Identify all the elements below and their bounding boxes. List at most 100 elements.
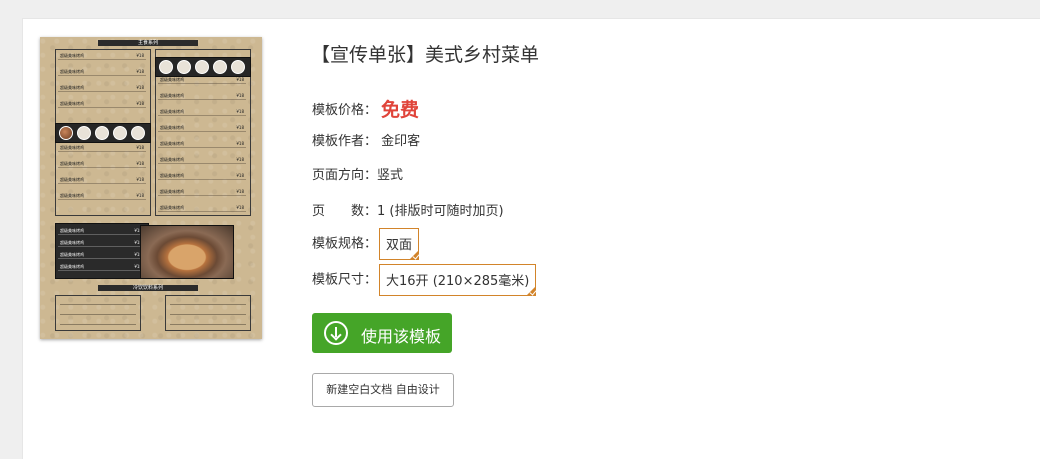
thumb-menu-row: 超级美味烤鸡 ¥18 [158, 109, 246, 116]
thumb-dish-name: 超级美味烤鸡 [160, 109, 184, 114]
thumb-dish-name: 超级美味烤鸡 [160, 157, 184, 162]
thumb-photo-strip [55, 123, 151, 143]
thumb-menu-row: 超级美味烤鸡 ¥18 [158, 189, 246, 196]
price-value: 免费 [381, 99, 420, 121]
thumb-menu-row: 超级美味烤鸡 ¥18 [58, 228, 144, 235]
thumb-circle-image [213, 60, 227, 74]
thumb-dish-price: ¥18 [236, 141, 244, 146]
thumb-empty-box [55, 295, 141, 331]
pages-label: 页 数： [312, 204, 378, 219]
thumb-dish-price: ¥18 [136, 161, 144, 166]
thumb-menu-row: 超级美味烤鸡 ¥18 [58, 69, 146, 76]
thumb-dish-name: 超级美味烤鸡 [60, 264, 84, 269]
new-blank-document-button[interactable]: 新建空白文档 自由设计 [312, 373, 454, 407]
thumb-dish-name: 超级美味烤鸡 [60, 53, 84, 58]
thumb-menu-row: 超级美味烤鸡 ¥18 [58, 264, 144, 271]
thumb-dish-price: ¥18 [136, 101, 144, 106]
thumb-menu-row: 超级美味烤鸡 ¥18 [158, 157, 246, 164]
thumb-dish-price: ¥18 [236, 157, 244, 162]
thumb-dish-price: ¥18 [236, 77, 244, 82]
thumb-dish-name: 超级美味烤鸡 [160, 205, 184, 210]
thumb-dish-name: 超级美味烤鸡 [160, 141, 184, 146]
spec-row: 模板规格： 双面 [312, 228, 420, 260]
author-value: 金印客 [381, 134, 421, 149]
thumb-dish-name: 超级美味烤鸡 [60, 101, 84, 106]
thumb-dish-price: ¥18 [236, 189, 244, 194]
thumb-dish-price: ¥18 [236, 93, 244, 98]
price-label: 模板价格： [312, 103, 378, 118]
thumb-menu-row: 超级美味烤鸡 ¥18 [158, 141, 246, 148]
thumb-dish-name: 超级美味烤鸡 [60, 177, 84, 182]
thumb-circle-image [113, 126, 127, 140]
thumb-dish-price: ¥18 [236, 109, 244, 114]
template-preview-thumbnail[interactable]: 主食系列 冷饮饮料系列 超级美味烤鸡 ¥18 超级美味烤鸡 ¥18 超级美味烤鸡 ¥18 超… [40, 37, 262, 339]
thumb-menu-row: 超级美味烤鸡 ¥18 [158, 93, 246, 100]
author-label: 模板作者： [312, 134, 378, 149]
thumb-dish-name: 超级美味烤鸡 [160, 173, 184, 178]
thumb-food-photo [140, 225, 234, 279]
thumb-menu-row: 超级美味烤鸡 ¥18 [158, 205, 246, 212]
thumb-dish-name: 超级美味烤鸡 [60, 85, 84, 90]
thumb-dish-price: ¥18 [236, 173, 244, 178]
thumb-menu-row: 超级美味烤鸡 ¥18 [58, 252, 144, 259]
thumb-menu-row: 超级美味烤鸡 ¥18 [58, 145, 146, 152]
thumb-circle-image [195, 60, 209, 74]
thumb-dish-name: 超级美味烤鸡 [160, 77, 184, 82]
size-option-selected[interactable]: 大16开 (210×285毫米) [379, 264, 537, 296]
spec-option-selected[interactable]: 双面 [379, 228, 420, 260]
thumb-dish-name: 超级美味烤鸡 [60, 161, 84, 166]
pages-row: 页 数：1 (排版时可随时加页) [312, 200, 504, 219]
thumb-menu-row: 超级美味烤鸡 ¥18 [158, 173, 246, 180]
spec-label: 模板规格： [312, 236, 378, 252]
thumb-dish-name: 超级美味烤鸡 [60, 193, 84, 198]
size-option-label: 大16开 (210×285毫米) [386, 274, 530, 289]
thumb-circle-image [131, 126, 145, 140]
thumb-dish-name: 超级美味烤鸡 [60, 228, 84, 233]
thumb-dish-price: ¥18 [236, 205, 244, 210]
thumb-dish-name: 超级美味烤鸡 [60, 240, 84, 245]
thumb-menu-row: 超级美味烤鸡 ¥18 [158, 77, 246, 84]
thumb-circle-image [95, 126, 109, 140]
thumb-dish-price: ¥18 [136, 85, 144, 90]
thumb-menu-row: 超级美味烤鸡 ¥18 [158, 125, 246, 132]
orientation-label: 页面方向： [312, 168, 378, 183]
thumb-menu-row: 超级美味烤鸡 ¥18 [58, 53, 146, 60]
thumb-dark-box: 超级美味烤鸡 ¥18 超级美味烤鸡 ¥18 超级美味烤鸡 ¥18 超级美味烤鸡 ¥18 [55, 223, 149, 279]
thumb-menu-row: 超级美味烤鸡 ¥18 [58, 240, 144, 247]
orientation-value: 竖式 [377, 168, 404, 183]
thumb-menu-row: 超级美味烤鸡 ¥18 [58, 177, 146, 184]
use-template-button[interactable]: 使用该模板 [312, 313, 452, 353]
size-row: 模板尺寸： 大16开 (210×285毫米) [312, 264, 537, 296]
thumb-menu-row: 超级美味烤鸡 ¥18 [58, 161, 146, 168]
template-title: 【宣传单张】美式乡村菜单 [311, 44, 540, 66]
author-row: 模板作者： 金印客 [312, 130, 420, 149]
thumb-circle-image [177, 60, 191, 74]
thumb-dish-name: 超级美味烤鸡 [60, 252, 84, 257]
thumb-menu-row: 超级美味烤鸡 ¥18 [58, 101, 146, 108]
price-row: 模板价格： 免费 [312, 95, 419, 122]
download-circle-icon [324, 321, 348, 345]
thumb-header-drinks: 冷饮饮料系列 [98, 285, 198, 291]
orientation-row: 页面方向：竖式 [312, 164, 403, 183]
thumb-dish-name: 超级美味烤鸡 [160, 125, 184, 130]
thumb-dish-name: 超级美味烤鸡 [60, 69, 84, 74]
thumb-dish-name: 超级美味烤鸡 [160, 93, 184, 98]
thumb-photo-strip [155, 57, 251, 77]
thumb-dish-price: ¥18 [136, 53, 144, 58]
check-icon [409, 250, 420, 260]
thumb-header-main: 主食系列 [98, 40, 198, 46]
check-icon [526, 286, 537, 296]
thumb-dish-price: ¥18 [236, 125, 244, 130]
thumb-circle-image [59, 126, 73, 140]
thumb-menu-row: 超级美味烤鸡 ¥18 [58, 85, 146, 92]
use-template-label: 使用该模板 [361, 327, 442, 346]
size-label: 模板尺寸： [312, 272, 378, 288]
thumb-menu-row: 超级美味烤鸡 ¥18 [58, 193, 146, 200]
thumb-dish-name: 超级美味烤鸡 [60, 145, 84, 150]
thumb-dish-price: ¥18 [136, 193, 144, 198]
pages-value: 1 (排版时可随时加页) [377, 204, 504, 219]
thumb-dish-price: ¥18 [136, 69, 144, 74]
thumb-dish-price: ¥18 [136, 177, 144, 182]
thumb-dish-name: 超级美味烤鸡 [160, 189, 184, 194]
thumb-circle-image [159, 60, 173, 74]
